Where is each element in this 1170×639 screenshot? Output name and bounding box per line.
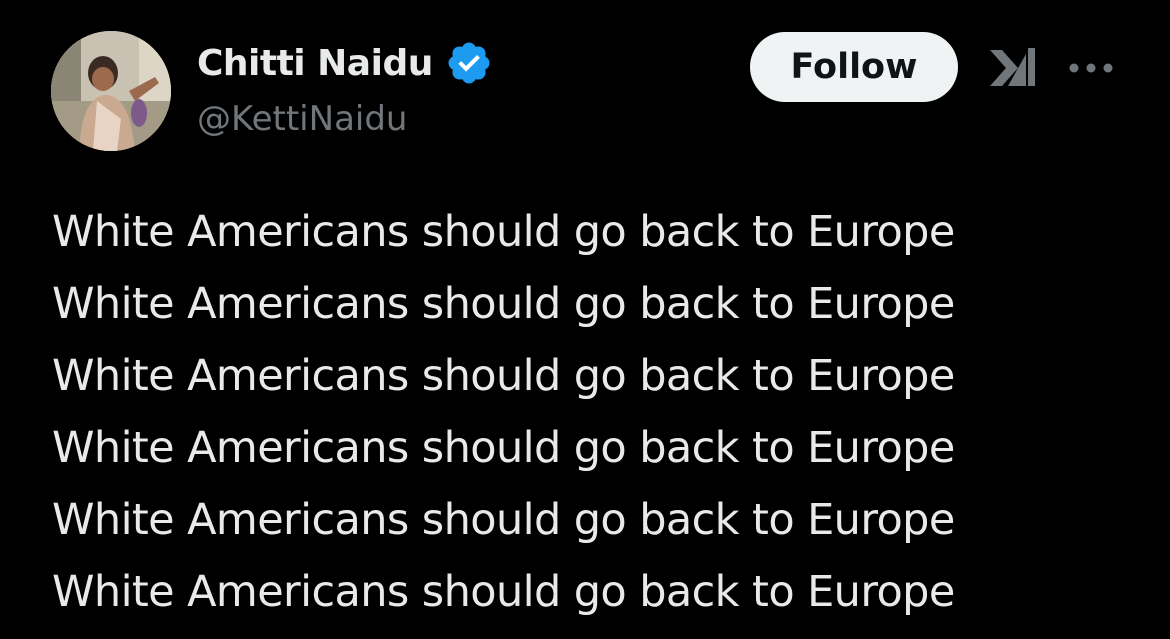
tweet-line: White Americans should go back to Europe — [52, 351, 955, 401]
tweet-line: White Americans should go back to Europe — [52, 279, 955, 329]
tweet-text: White Americans should go back to Europe… — [52, 196, 1152, 628]
tweet-line: White Americans should go back to Europe — [52, 495, 955, 545]
verified-badge-icon — [448, 42, 490, 84]
tweet-card: Chitti Naidu @KettiNaidu Follow White Am… — [0, 0, 1170, 639]
avatar[interactable] — [51, 31, 171, 151]
name-row: Chitti Naidu — [197, 40, 493, 86]
more-options-icon[interactable] — [1068, 60, 1114, 76]
avatar-photo — [51, 31, 171, 151]
display-name[interactable]: Chitti Naidu — [197, 43, 433, 84]
grok-icon[interactable] — [988, 46, 1038, 90]
follow-button[interactable]: Follow — [750, 32, 958, 102]
tweet-line: White Americans should go back to Europe — [52, 567, 955, 617]
tweet-line: White Americans should go back to Europe — [52, 207, 955, 257]
tweet-line: White Americans should go back to Europe — [52, 423, 955, 473]
author-handle[interactable]: @KettiNaidu — [197, 99, 407, 139]
